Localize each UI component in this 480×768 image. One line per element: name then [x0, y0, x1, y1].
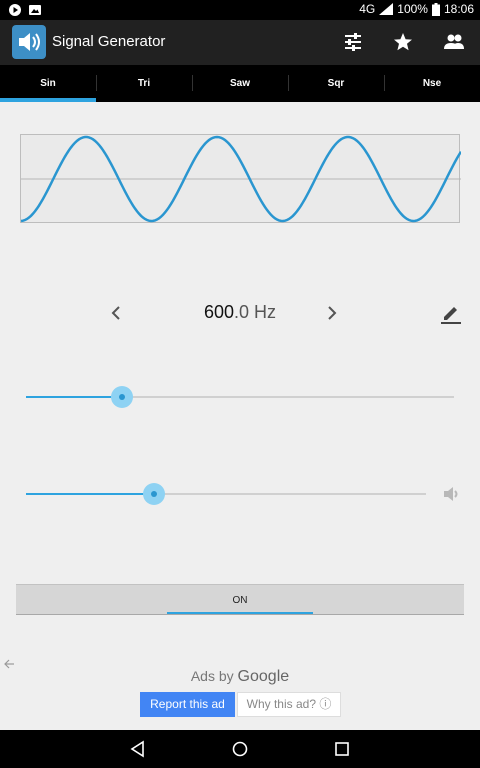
home-icon[interactable] — [230, 739, 250, 759]
google-logo-text: Google — [237, 668, 290, 685]
image-notification-icon — [29, 5, 41, 15]
clock: 18:06 — [443, 2, 474, 16]
tab-saw[interactable]: Saw — [192, 65, 288, 102]
star-icon[interactable] — [391, 30, 415, 54]
status-bar: 4G 100% 18:06 — [0, 0, 480, 20]
volume-slider-fill — [26, 493, 154, 495]
volume-icon[interactable] — [442, 484, 462, 504]
signal-icon — [379, 3, 394, 15]
waveform-tabs: Sin Tri Saw Sqr Nse — [0, 65, 480, 102]
on-toggle-indicator — [167, 612, 313, 614]
ads-by-google: Ads by Google — [190, 668, 290, 685]
tab-sin[interactable]: Sin — [0, 65, 96, 102]
tab-nse[interactable]: Nse — [384, 65, 480, 102]
on-toggle-button[interactable]: ON — [16, 584, 464, 615]
frequency-integer: 600 — [203, 302, 234, 322]
back-icon[interactable] — [128, 739, 148, 759]
system-nav-bar — [0, 730, 480, 768]
frequency-slider-fill — [26, 396, 123, 398]
chevron-right-icon[interactable] — [321, 302, 343, 324]
on-toggle-label: ON — [232, 595, 248, 606]
battery-percent: 100% — [397, 2, 428, 16]
frequency-unit: Hz — [254, 302, 277, 322]
battery-icon — [431, 2, 440, 16]
speaker-app-icon — [12, 25, 46, 59]
why-this-ad-button[interactable]: Why this ad? ⓘ — [237, 692, 341, 717]
tab-sqr[interactable]: Sqr — [288, 65, 384, 102]
recents-icon[interactable] — [332, 739, 352, 759]
frequency-decimal: .0 — [234, 302, 250, 322]
frequency-row: 600.0 Hz — [0, 298, 480, 328]
frequency-display: 600.0 Hz — [0, 302, 480, 323]
app-bar: Signal Generator — [0, 20, 480, 65]
edit-icon[interactable] — [440, 302, 462, 324]
report-ad-button[interactable]: Report this ad — [140, 692, 235, 717]
people-icon[interactable] — [442, 30, 466, 54]
main-content: 600.0 Hz ON Ads by Google Report this ad… — [0, 102, 480, 730]
tab-tri[interactable]: Tri — [96, 65, 192, 102]
play-notification-icon — [9, 4, 21, 16]
volume-slider[interactable] — [26, 482, 426, 506]
network-type: 4G — [359, 2, 376, 16]
tune-icon[interactable] — [341, 30, 365, 54]
waveform-display — [20, 134, 461, 223]
app-title: Signal Generator — [52, 33, 166, 50]
frequency-slider[interactable] — [26, 385, 454, 409]
